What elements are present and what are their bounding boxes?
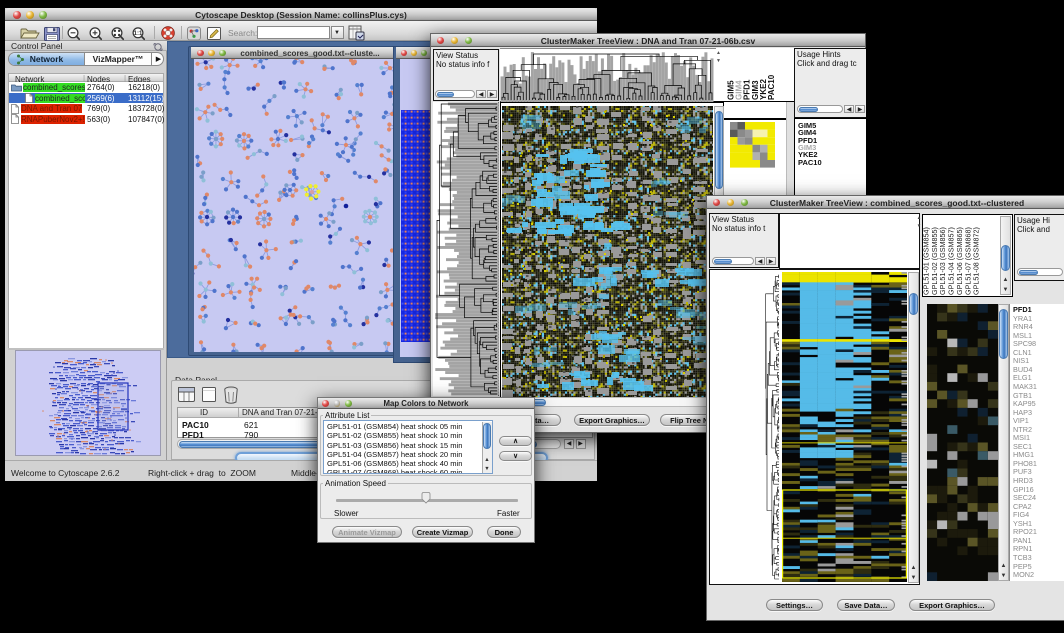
svg-text:GPL51-08 (GSM872): GPL51-08 (GSM872) xyxy=(972,227,981,295)
svg-text:PAC10: PAC10 xyxy=(767,74,776,100)
svg-text:1:1: 1:1 xyxy=(134,31,143,37)
